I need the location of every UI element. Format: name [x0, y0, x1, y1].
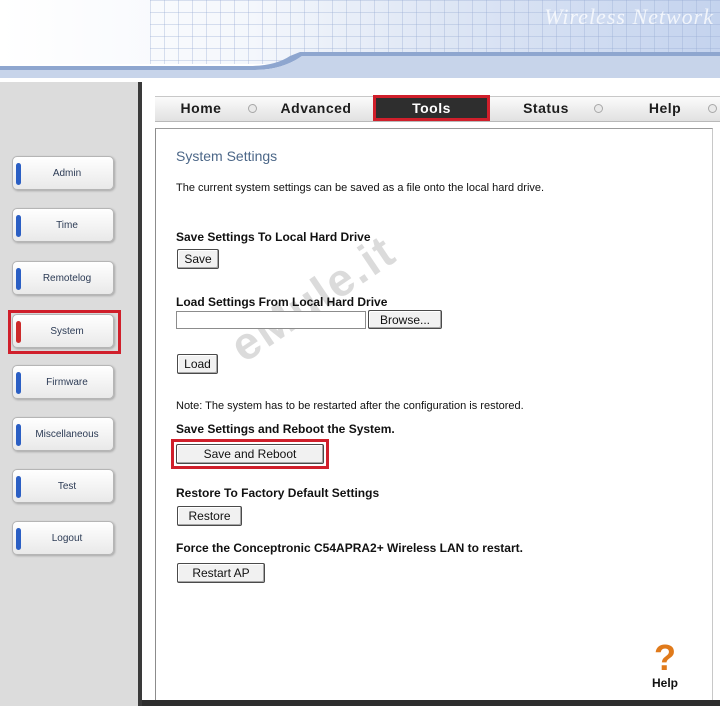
sidebar-item-test[interactable]: Test [12, 469, 114, 503]
sidebar-item-label: Logout [51, 532, 83, 544]
highlight-box-save-reboot [171, 439, 329, 469]
header-banner: Wireless Network [0, 0, 720, 80]
nav-separator-icon [248, 104, 257, 113]
tab-home[interactable]: Home [166, 98, 236, 118]
restart-ap-button[interactable]: Restart AP [177, 563, 265, 583]
tab-advanced[interactable]: Advanced [266, 98, 366, 118]
sidebar-item-logout[interactable]: Logout [12, 521, 114, 555]
save-button[interactable]: Save [177, 249, 219, 269]
file-path-input[interactable] [176, 311, 366, 329]
nav-separator-icon [708, 104, 717, 113]
tab-marker-icon [16, 372, 21, 394]
page-title: System Settings [176, 148, 278, 164]
sidebar-item-label: Firmware [46, 376, 88, 388]
sidebar-item-time[interactable]: Time [12, 208, 114, 242]
content-panel [155, 128, 713, 704]
restore-button[interactable]: Restore [177, 506, 242, 526]
reboot-section-heading: Save Settings and Reboot the System. [176, 422, 395, 436]
restart-section-heading: Force the Conceptronic C54APRA2+ Wireles… [176, 541, 523, 555]
sidebar-item-admin[interactable]: Admin [12, 156, 114, 190]
highlight-box-system [8, 310, 121, 354]
load-section-heading: Load Settings From Local Hard Drive [176, 295, 388, 309]
save-section-heading: Save Settings To Local Hard Drive [176, 230, 371, 244]
sidebar-item-label: Test [57, 480, 77, 492]
question-mark-icon: ? [654, 637, 676, 678]
sidebar-item-label: Remotelog [42, 272, 92, 284]
note-text: Note: The system has to be restarted aft… [176, 400, 524, 412]
highlight-box-tools [373, 95, 490, 121]
content-bottom-bar [142, 700, 720, 706]
sidebar-item-miscellaneous[interactable]: Miscellaneous [12, 417, 114, 451]
help-widget[interactable]: ? Help [644, 637, 686, 691]
sidebar-item-firmware[interactable]: Firmware [12, 365, 114, 399]
banner-swoosh [0, 52, 720, 78]
sidebar-item-remotelog[interactable]: Remotelog [12, 261, 114, 295]
browse-button[interactable]: Browse... [368, 310, 442, 329]
factory-section-heading: Restore To Factory Default Settings [176, 486, 380, 500]
sidebar-item-label: Admin [52, 167, 82, 179]
tab-marker-icon [16, 268, 21, 290]
tab-marker-icon [16, 476, 21, 498]
help-label: Help [651, 676, 678, 690]
sidebar-item-label: Miscellaneous [35, 428, 99, 440]
tab-help[interactable]: Help [625, 98, 705, 118]
tab-marker-icon [16, 163, 21, 185]
tab-marker-icon [16, 215, 21, 237]
nav-separator-icon [594, 104, 603, 113]
tab-marker-icon [16, 424, 21, 446]
tab-status[interactable]: Status [506, 98, 586, 118]
description-text: The current system settings can be saved… [176, 182, 545, 194]
load-button[interactable]: Load [177, 354, 218, 374]
tab-marker-icon [16, 528, 21, 550]
sidebar-item-label: Time [56, 219, 78, 231]
sidebar-divider [138, 82, 142, 706]
banner-text: Wireless Network [544, 4, 714, 29]
